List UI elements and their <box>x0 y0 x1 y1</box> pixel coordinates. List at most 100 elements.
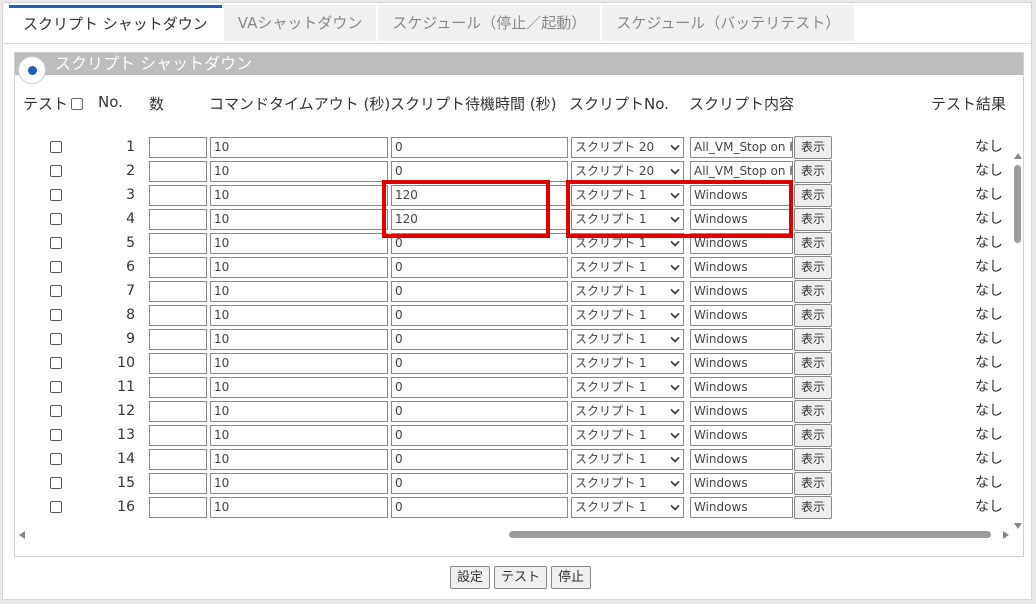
show-button[interactable]: 表示 <box>794 160 832 183</box>
tab-va-shutdown[interactable]: VAシャットダウン <box>223 5 377 41</box>
script-content-input[interactable]: Windows <box>690 497 793 518</box>
timeout-input[interactable]: 10 <box>210 137 388 158</box>
count-input[interactable] <box>149 257 207 278</box>
row-test-checkbox[interactable] <box>50 333 62 345</box>
show-button[interactable]: 表示 <box>794 304 832 327</box>
script-content-input[interactable]: Windows <box>690 209 793 230</box>
script-content-input[interactable]: Windows <box>690 185 793 206</box>
script-select[interactable]: スクリプト 1 <box>571 233 684 254</box>
script-content-input[interactable]: Windows <box>690 257 793 278</box>
wait-time-input[interactable]: 0 <box>391 137 568 158</box>
test-button[interactable]: テスト <box>494 566 548 589</box>
count-input[interactable] <box>149 353 207 374</box>
stop-button[interactable]: 停止 <box>551 566 592 589</box>
row-test-checkbox[interactable] <box>50 165 62 177</box>
wait-time-input[interactable]: 0 <box>391 305 568 326</box>
timeout-input[interactable]: 10 <box>210 497 388 518</box>
timeout-input[interactable]: 10 <box>210 209 388 230</box>
row-test-checkbox[interactable] <box>50 501 62 513</box>
scroll-right-arrow-icon[interactable] <box>1003 531 1009 539</box>
timeout-input[interactable]: 10 <box>210 281 388 302</box>
wait-time-input[interactable]: 0 <box>391 233 568 254</box>
script-select[interactable]: スクリプト 1 <box>571 473 684 494</box>
horizontal-scroll-thumb[interactable] <box>509 531 991 538</box>
show-button[interactable]: 表示 <box>794 136 832 159</box>
script-select[interactable]: スクリプト 1 <box>571 401 684 422</box>
timeout-input[interactable]: 10 <box>210 401 388 422</box>
script-content-input[interactable]: Windows <box>690 281 793 302</box>
show-button[interactable]: 表示 <box>794 280 832 303</box>
script-content-input[interactable]: Windows <box>690 353 793 374</box>
count-input[interactable] <box>149 185 207 206</box>
row-test-checkbox[interactable] <box>50 141 62 153</box>
script-select[interactable]: スクリプト 1 <box>571 425 684 446</box>
timeout-input[interactable]: 10 <box>210 233 388 254</box>
row-test-checkbox[interactable] <box>50 237 62 249</box>
wait-time-input[interactable]: 120 <box>391 209 568 230</box>
show-button[interactable]: 表示 <box>794 472 832 495</box>
row-test-checkbox[interactable] <box>50 357 62 369</box>
wait-time-input[interactable]: 0 <box>391 425 568 446</box>
timeout-input[interactable]: 10 <box>210 305 388 326</box>
timeout-input[interactable]: 10 <box>210 257 388 278</box>
count-input[interactable] <box>149 233 207 254</box>
scroll-left-arrow-icon[interactable] <box>19 531 25 539</box>
tab-schedule-battery-test[interactable]: スケジュール（バッテリテスト） <box>602 5 855 41</box>
row-test-checkbox[interactable] <box>50 213 62 225</box>
show-button[interactable]: 表示 <box>794 496 832 519</box>
timeout-input[interactable]: 10 <box>210 185 388 206</box>
tab-schedule-stop-start[interactable]: スケジュール（停止／起動） <box>378 5 601 41</box>
script-select[interactable]: スクリプト 1 <box>571 497 684 518</box>
script-content-input[interactable]: Windows <box>690 449 793 470</box>
timeout-input[interactable]: 10 <box>210 329 388 350</box>
scroll-up-arrow-icon[interactable] <box>1014 153 1022 159</box>
count-input[interactable] <box>149 425 207 446</box>
wait-time-input[interactable]: 0 <box>391 353 568 374</box>
script-select[interactable]: スクリプト 1 <box>571 257 684 278</box>
timeout-input[interactable]: 10 <box>210 473 388 494</box>
vertical-scroll-thumb[interactable] <box>1014 165 1021 243</box>
wait-time-input[interactable]: 0 <box>391 281 568 302</box>
script-content-input[interactable]: Windows <box>690 329 793 350</box>
wait-time-input[interactable]: 0 <box>391 161 568 182</box>
show-button[interactable]: 表示 <box>794 352 832 375</box>
count-input[interactable] <box>149 281 207 302</box>
count-input[interactable] <box>149 473 207 494</box>
script-select[interactable]: スクリプト 1 <box>571 329 684 350</box>
count-input[interactable] <box>149 161 207 182</box>
count-input[interactable] <box>149 497 207 518</box>
show-button[interactable]: 表示 <box>794 208 832 231</box>
count-input[interactable] <box>149 449 207 470</box>
count-input[interactable] <box>149 137 207 158</box>
show-button[interactable]: 表示 <box>794 400 832 423</box>
show-button[interactable]: 表示 <box>794 424 832 447</box>
horizontal-scrollbar[interactable] <box>19 529 1009 541</box>
timeout-input[interactable]: 10 <box>210 425 388 446</box>
wait-time-input[interactable]: 0 <box>391 377 568 398</box>
timeout-input[interactable]: 10 <box>210 377 388 398</box>
script-select[interactable]: スクリプト 1 <box>571 281 684 302</box>
row-test-checkbox[interactable] <box>50 261 62 273</box>
timeout-input[interactable]: 10 <box>210 353 388 374</box>
row-test-checkbox[interactable] <box>50 309 62 321</box>
wait-time-input[interactable]: 0 <box>391 329 568 350</box>
row-test-checkbox[interactable] <box>50 453 62 465</box>
script-content-input[interactable]: Windows <box>690 377 793 398</box>
count-input[interactable] <box>149 209 207 230</box>
scroll-down-arrow-icon[interactable] <box>1014 523 1022 529</box>
show-button[interactable]: 表示 <box>794 448 832 471</box>
script-select[interactable]: スクリプト 1 <box>571 377 684 398</box>
script-content-input[interactable]: All_VM_Stop on H <box>690 137 793 158</box>
script-select[interactable]: スクリプト 20 <box>571 137 684 158</box>
script-content-input[interactable]: All_VM_Stop on H <box>690 161 793 182</box>
script-select[interactable]: スクリプト 1 <box>571 305 684 326</box>
show-button[interactable]: 表示 <box>794 376 832 399</box>
row-test-checkbox[interactable] <box>50 189 62 201</box>
wait-time-input[interactable]: 0 <box>391 401 568 422</box>
select-all-checkbox[interactable] <box>71 98 84 110</box>
show-button[interactable]: 表示 <box>794 184 832 207</box>
show-button[interactable]: 表示 <box>794 256 832 279</box>
script-select[interactable]: スクリプト 1 <box>571 185 684 206</box>
wait-time-input[interactable]: 0 <box>391 449 568 470</box>
script-content-input[interactable]: Windows <box>690 425 793 446</box>
